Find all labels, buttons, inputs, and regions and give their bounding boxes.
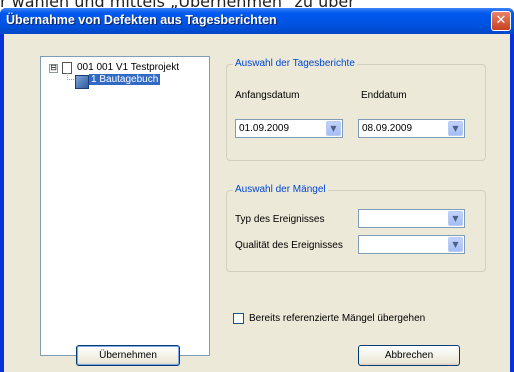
event-quality-label: Qualität des Ereignisses — [235, 240, 343, 251]
collapse-icon[interactable]: ⊟ — [49, 64, 58, 73]
dialog-client-area: ⊟ 001 001 V1 Testprojekt 1 Bautagebuch A… — [4, 34, 510, 372]
tree-node-project[interactable]: 001 001 V1 Testprojekt — [77, 62, 179, 73]
apply-button[interactable]: Übernehmen — [76, 345, 180, 366]
end-date-select[interactable]: 08.09.2009 ▼ — [358, 119, 465, 138]
start-date-select[interactable]: 01.09.2009 ▼ — [235, 119, 343, 138]
defects-group-legend: Auswahl der Mängel — [233, 184, 328, 195]
start-date-value: 01.09.2009 — [239, 123, 290, 134]
book-icon — [75, 75, 89, 89]
tree-node-bautagebuch-label: 1 Bautagebuch — [89, 74, 161, 85]
tree-node-project-label: 001 001 V1 Testprojekt — [77, 62, 180, 73]
end-date-label: Enddatum — [361, 90, 407, 101]
skip-referenced-checkbox[interactable] — [233, 313, 244, 324]
reports-group-legend: Auswahl der Tagesberichte — [233, 58, 357, 69]
start-date-label: Anfangsdatum — [235, 90, 300, 101]
background-text: r wählen und mittels „Übernehmen" zu übe… — [0, 0, 514, 8]
title-bar[interactable]: Übernahme von Defekten aus Tagesberichte… — [0, 8, 514, 34]
chevron-down-icon[interactable]: ▼ — [448, 237, 463, 252]
chevron-down-icon[interactable]: ▼ — [326, 121, 341, 136]
event-quality-select[interactable]: ▼ — [358, 235, 465, 254]
defects-group: Auswahl der Mängel Typ des Ereignisses Q… — [226, 184, 486, 272]
dialog-title: Übernahme von Defekten aus Tagesberichte… — [6, 13, 277, 27]
project-tree[interactable]: ⊟ 001 001 V1 Testprojekt 1 Bautagebuch — [40, 56, 210, 356]
end-date-value: 08.09.2009 — [362, 123, 413, 134]
event-type-select[interactable]: ▼ — [358, 209, 465, 228]
cancel-button[interactable]: Abbrechen — [358, 345, 460, 366]
close-button[interactable]: ✕ — [491, 11, 511, 31]
chevron-down-icon[interactable]: ▼ — [448, 121, 463, 136]
dialog-window: Übernahme von Defekten aus Tagesberichte… — [0, 8, 514, 372]
chevron-down-icon[interactable]: ▼ — [448, 211, 463, 226]
event-type-label: Typ des Ereignisses — [235, 214, 325, 225]
reports-group: Auswahl der Tagesberichte Anfangsdatum E… — [226, 58, 486, 161]
close-icon: ✕ — [495, 13, 507, 28]
tree-node-bautagebuch[interactable]: 1 Bautagebuch — [89, 74, 161, 85]
skip-referenced-label[interactable]: Bereits referenzierte Mängel übergehen — [249, 313, 425, 324]
